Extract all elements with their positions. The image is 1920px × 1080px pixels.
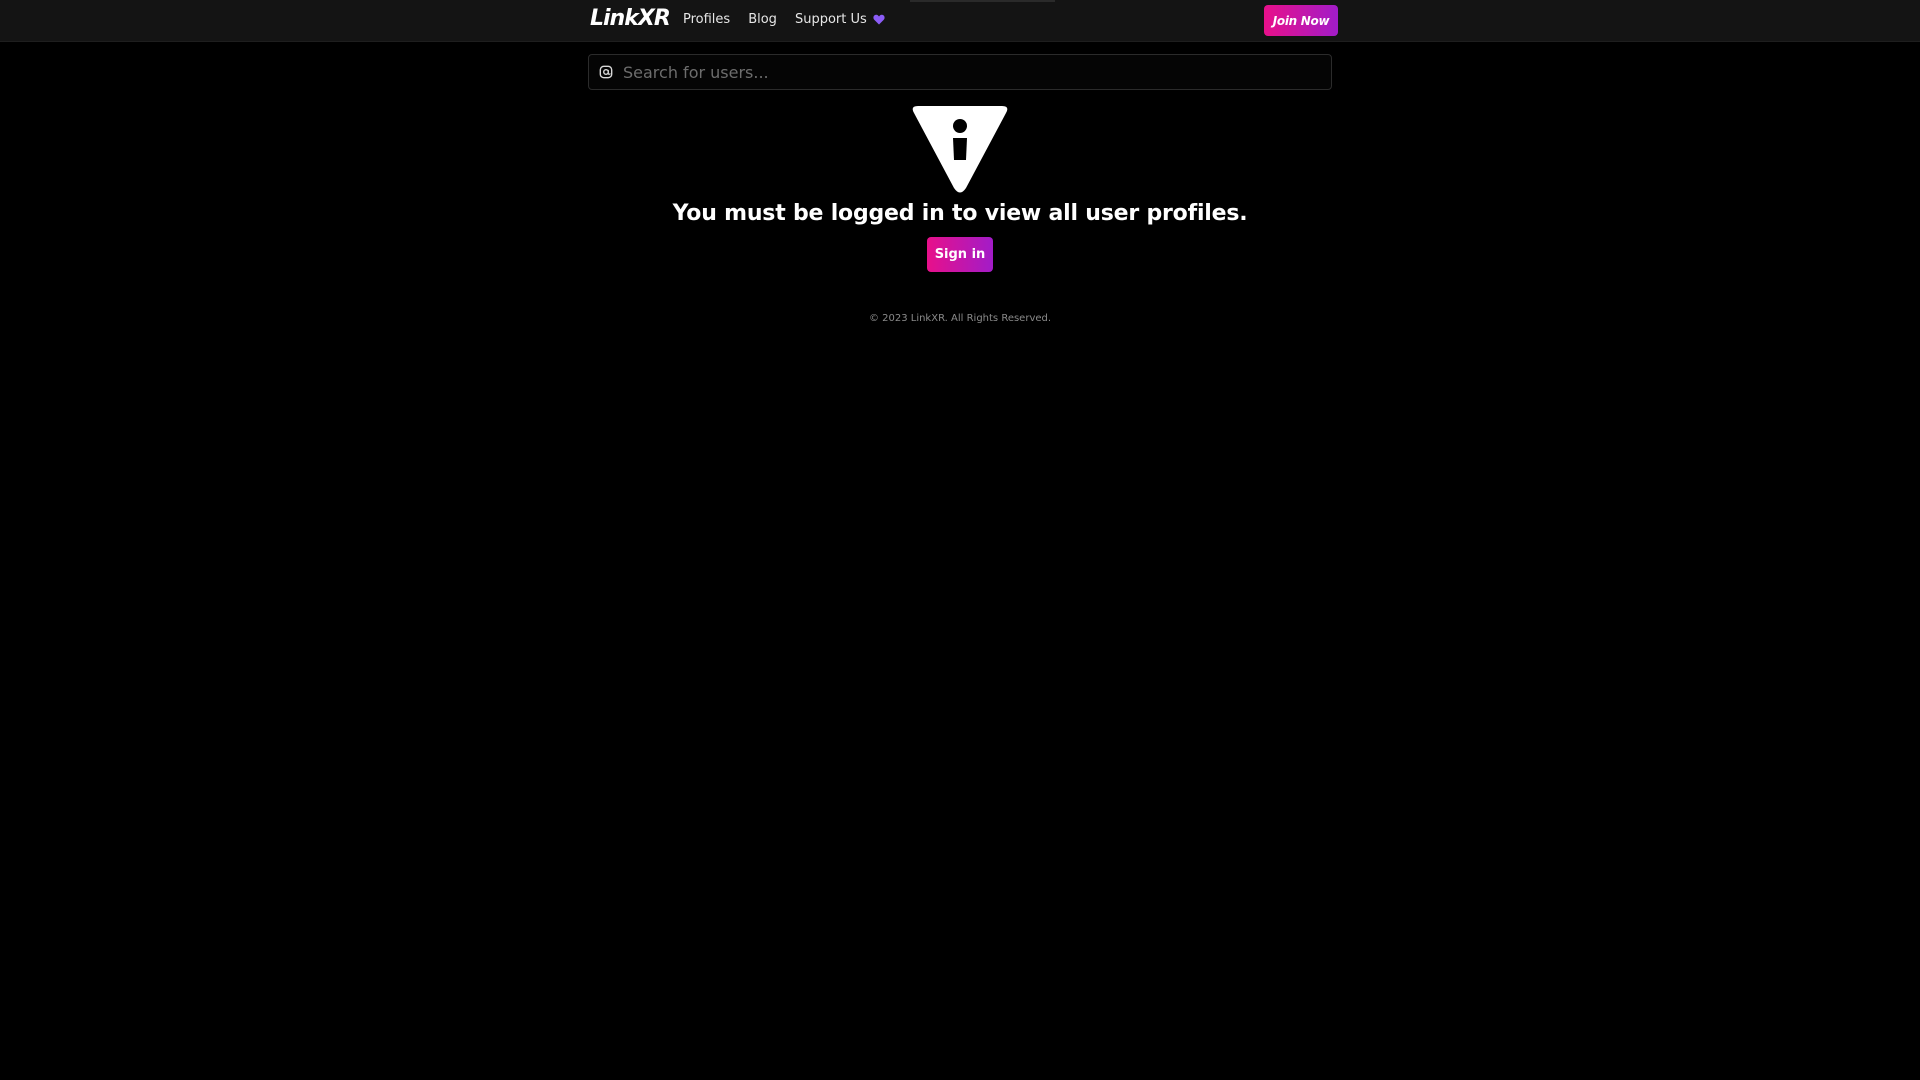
top-navbar: LinkXR Profiles Blog Support Us Join Now xyxy=(0,0,1920,42)
footer-copyright: © 2023 LinkXR. All Rights Reserved. xyxy=(868,313,1052,324)
at-sign-icon xyxy=(599,65,613,79)
navbar-accent-line xyxy=(910,0,1055,2)
warning-info-icon xyxy=(912,106,1008,193)
login-required-message: You must be logged in to view all user p… xyxy=(672,201,1248,226)
search-input[interactable] xyxy=(623,57,1331,87)
site-logo[interactable]: LinkXR xyxy=(590,6,671,31)
nav-link-support-us-label: Support Us xyxy=(794,12,867,27)
nav-link-profiles[interactable]: Profiles xyxy=(683,12,730,27)
heart-icon xyxy=(873,14,885,25)
join-now-button[interactable]: Join Now xyxy=(1264,5,1338,36)
nav-links: Profiles Blog Support Us xyxy=(683,12,885,27)
nav-link-blog[interactable]: Blog xyxy=(748,12,777,27)
search-bar[interactable] xyxy=(588,54,1332,90)
sign-in-button[interactable]: Sign in xyxy=(927,237,993,272)
nav-link-support-us[interactable]: Support Us xyxy=(795,12,885,27)
